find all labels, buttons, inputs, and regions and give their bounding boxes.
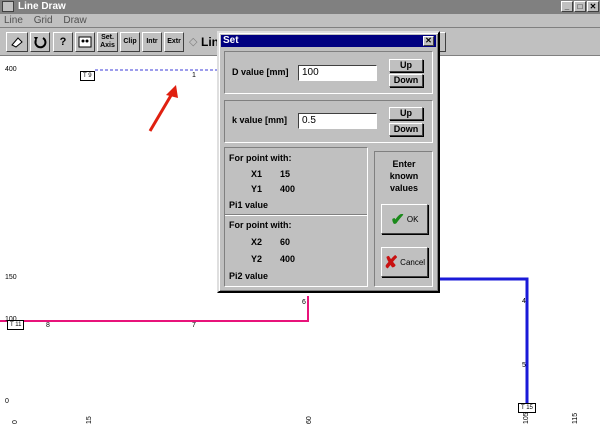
x2-value: 60	[280, 237, 291, 247]
x-label-60: 60	[306, 416, 313, 424]
x2-label: X2	[251, 237, 263, 247]
set-dialog: Set ✕ D value [mm] 100 Up Down k value […	[217, 31, 440, 293]
dialog-close-button[interactable]: ✕	[423, 36, 434, 46]
d-value-label: D value [mm]	[232, 67, 289, 77]
point-label-8: 8	[46, 322, 50, 329]
menu-line[interactable]: Line	[4, 14, 23, 27]
y2-value: 400	[280, 254, 296, 264]
point-label-1: 1	[192, 72, 196, 79]
d-up-button[interactable]: Up	[389, 59, 423, 72]
undo-button[interactable]	[30, 32, 50, 52]
point-info-group: For point with: X1 15 Y1 400 Pi1 value F…	[224, 147, 368, 287]
k-down-button[interactable]: Down	[389, 123, 423, 136]
point2-header: For point with:	[229, 220, 292, 230]
x-label-0: 0	[12, 420, 19, 424]
menu-grid[interactable]: Grid	[34, 14, 53, 27]
ok-button[interactable]: ✔ OK	[381, 204, 428, 234]
blue-line	[440, 277, 529, 410]
menu-bar: Line Grid Draw	[0, 14, 600, 28]
extend-button[interactable]: Extr	[164, 32, 184, 52]
close-button[interactable]: ✕	[587, 1, 599, 12]
y-label-400: 400	[5, 66, 17, 73]
k-value-input[interactable]: 0.5	[298, 113, 377, 129]
window-titlebar: Line Draw _ □ ✕	[0, 0, 600, 14]
x-label-115: 115	[572, 412, 579, 424]
x-label-15: 15	[86, 416, 93, 424]
x1-label: X1	[251, 169, 263, 179]
ok-label: OK	[406, 214, 419, 224]
minimize-button[interactable]: _	[561, 1, 573, 12]
red-arrow	[148, 91, 175, 132]
k-value-label: k value [mm]	[232, 115, 288, 125]
dialog-title: Set	[223, 35, 239, 46]
k-up-button[interactable]: Up	[389, 107, 423, 120]
app-icon	[2, 1, 14, 12]
tag-t15[interactable]: T 15	[518, 403, 536, 413]
clip-button[interactable]: Clip	[120, 32, 140, 52]
prompt-text: Enter known values	[389, 159, 419, 193]
y-label-0: 0	[5, 398, 9, 405]
menu-draw[interactable]: Draw	[63, 14, 86, 27]
cancel-button[interactable]: ✘ Cancel	[381, 247, 428, 277]
red-arrow-head	[166, 85, 178, 98]
help-button[interactable]: ?	[53, 32, 73, 52]
k-value-group: k value [mm] 0.5 Up Down	[224, 100, 433, 143]
cancel-label: Cancel	[400, 257, 426, 267]
x1-value: 15	[280, 169, 291, 179]
cross-icon: ✘	[383, 252, 399, 272]
mask-icon	[78, 36, 92, 48]
point-label-6: 6	[302, 299, 306, 306]
y1-value: 400	[280, 184, 296, 194]
point-label-4: 4	[522, 298, 526, 305]
y2-label: Y2	[251, 254, 263, 264]
point-label-7: 7	[192, 322, 196, 329]
tag-t11[interactable]: T 11	[7, 320, 25, 330]
point-divider	[225, 214, 367, 216]
mask-button[interactable]	[75, 32, 95, 52]
dialog-titlebar: Set ✕	[221, 35, 436, 47]
pink-line	[0, 296, 309, 322]
point-label-5: 5	[522, 362, 526, 369]
intersect-button[interactable]: Intr	[142, 32, 162, 52]
checkmark-icon: ✔	[390, 209, 405, 229]
d-down-button[interactable]: Down	[389, 74, 423, 87]
maximize-button[interactable]: □	[574, 1, 586, 12]
d-value-group: D value [mm] 100 Up Down	[224, 51, 433, 94]
eraser-icon	[11, 37, 23, 48]
diamond-icon: ◇	[189, 36, 198, 48]
undo-icon	[34, 37, 47, 49]
tag-t9[interactable]: T 9	[80, 71, 95, 81]
x-label-105: 105	[523, 412, 530, 424]
y1-label: Y1	[251, 184, 263, 194]
pi1-label: Pi1 value	[229, 200, 269, 210]
set-axis-button[interactable]: Set. Axis	[97, 32, 118, 52]
d-value-input[interactable]: 100	[298, 65, 377, 81]
action-group: Enter known values ✔ OK ✘ Cancel	[374, 151, 433, 287]
point1-header: For point with:	[229, 153, 292, 163]
pi2-label: Pi2 value	[229, 271, 269, 281]
window-title: Line Draw	[18, 1, 66, 12]
eraser-button[interactable]	[6, 32, 28, 52]
y-label-150: 150	[5, 274, 17, 281]
